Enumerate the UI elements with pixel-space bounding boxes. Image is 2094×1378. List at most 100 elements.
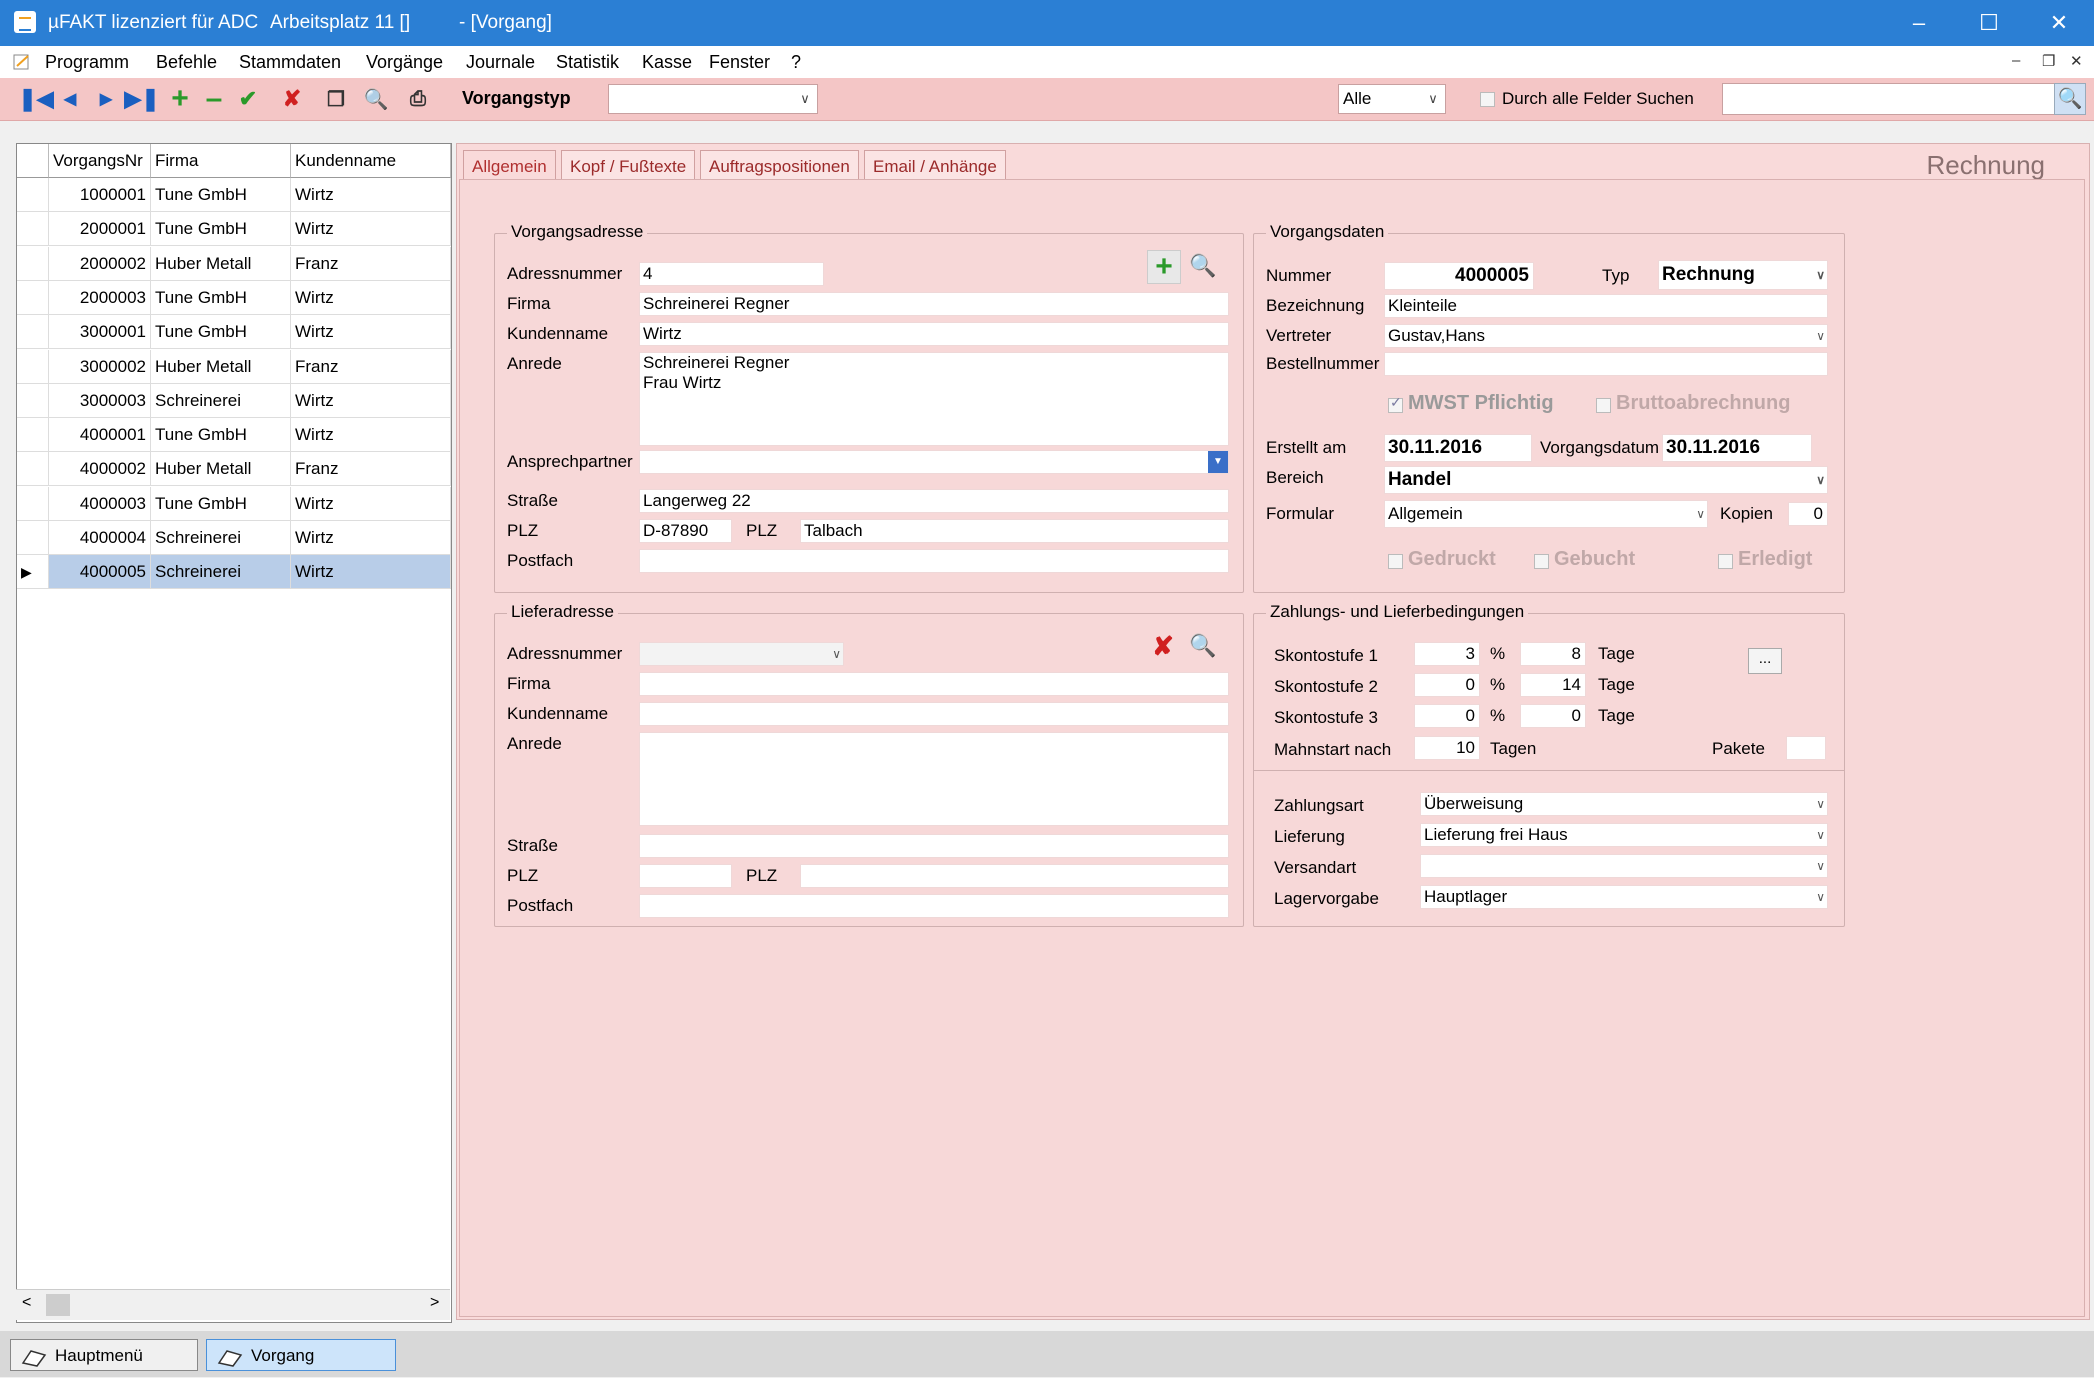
menu-kasse[interactable]: Kasse: [642, 52, 692, 73]
grid-header-kundenname[interactable]: Kundenname: [291, 144, 451, 178]
anrede-textarea[interactable]: Schreinerei Regner Frau Wirtz: [639, 352, 1229, 446]
cell-vorgangsnr[interactable]: 4000001: [49, 418, 151, 453]
search-address-icon[interactable]: 🔍: [1187, 630, 1219, 662]
erstellt-field[interactable]: 30.11.2016: [1384, 434, 1532, 462]
last-record-icon[interactable]: ▶❚: [124, 86, 159, 112]
mwst-checkbox[interactable]: ✓: [1388, 394, 1403, 413]
sk1-days-field[interactable]: 8: [1520, 642, 1586, 666]
mahnstart-field[interactable]: 10: [1414, 736, 1480, 760]
cell-vorgangsnr[interactable]: 4000004: [49, 521, 151, 555]
row-indicator[interactable]: ▶: [17, 555, 49, 590]
cell-kundenname[interactable]: Wirtz: [291, 315, 451, 350]
brutto-checkbox[interactable]: [1596, 398, 1611, 413]
liefer-anrede-textarea[interactable]: [639, 732, 1229, 826]
scroll-thumb[interactable]: [46, 1294, 70, 1316]
liefer-firma-field[interactable]: [639, 672, 1229, 696]
table-row[interactable]: 2000002 Huber Metall Franz: [17, 246, 451, 281]
scroll-left-icon[interactable]: <: [22, 1294, 31, 1312]
liefer-ort-field[interactable]: [800, 864, 1229, 888]
plz-field[interactable]: D-87890: [639, 519, 732, 543]
grid-header-vorgangsnr[interactable]: VorgangsNr: [49, 144, 151, 178]
liefer-strasse-field[interactable]: [639, 834, 1229, 858]
ansprechpartner-select[interactable]: ▼: [639, 450, 1229, 474]
cell-vorgangsnr[interactable]: 3000002: [49, 349, 151, 384]
row-indicator[interactable]: [17, 212, 49, 247]
ort-field[interactable]: Talbach: [800, 519, 1229, 543]
formular-select[interactable]: Allgemein ∨: [1384, 500, 1708, 528]
cell-vorgangsnr[interactable]: 1000001: [49, 178, 151, 212]
lagervorgabe-select[interactable]: Hauptlager ∨: [1420, 885, 1828, 909]
cell-kundenname[interactable]: Wirtz: [291, 178, 451, 212]
zahlungsart-select[interactable]: Überweisung ∨: [1420, 792, 1828, 816]
grid-header-firma[interactable]: Firma: [151, 144, 291, 178]
liefer-plz-field[interactable]: [639, 864, 732, 888]
cell-firma[interactable]: Schreinerei: [151, 383, 291, 418]
bestellnummer-field[interactable]: [1384, 352, 1828, 376]
row-indicator[interactable]: [17, 246, 49, 281]
task-vorgang[interactable]: Vorgang: [206, 1339, 396, 1371]
lieferung-select[interactable]: Lieferung frei Haus ∨: [1420, 823, 1828, 847]
liefer-postfach-field[interactable]: [639, 894, 1229, 918]
row-indicator[interactable]: [17, 349, 49, 384]
vorgangstyp-select[interactable]: ∨: [608, 84, 818, 114]
row-indicator[interactable]: [17, 418, 49, 453]
cell-vorgangsnr[interactable]: 2000002: [49, 246, 151, 281]
scroll-right-icon[interactable]: >: [430, 1294, 439, 1312]
versandart-select[interactable]: ∨: [1420, 854, 1828, 878]
pakete-field[interactable]: [1786, 736, 1826, 760]
cell-vorgangsnr[interactable]: 3000003: [49, 383, 151, 418]
cell-kundenname[interactable]: Franz: [291, 349, 451, 384]
table-row[interactable]: 2000003 Tune GmbH Wirtz: [17, 280, 451, 315]
kopien-field[interactable]: 0: [1788, 502, 1828, 526]
cancel-icon[interactable]: ✘: [278, 86, 306, 112]
clear-address-icon[interactable]: ✘: [1147, 630, 1179, 662]
cell-firma[interactable]: Huber Metall: [151, 246, 291, 281]
cell-firma[interactable]: Tune GmbH: [151, 212, 291, 247]
cell-kundenname[interactable]: Wirtz: [291, 383, 451, 418]
row-indicator[interactable]: [17, 315, 49, 350]
table-row[interactable]: 1000001 Tune GmbH Wirtz: [17, 178, 451, 212]
menu-vorgaenge[interactable]: Vorgänge: [366, 52, 443, 73]
table-row[interactable]: 4000003 Tune GmbH Wirtz: [17, 486, 451, 521]
search-all-checkbox[interactable]: [1480, 92, 1495, 107]
remove-icon[interactable]: –: [200, 82, 228, 115]
row-indicator[interactable]: [17, 383, 49, 418]
row-indicator[interactable]: [17, 486, 49, 521]
cell-firma[interactable]: Schreinerei: [151, 555, 291, 590]
liefer-adressnummer-select[interactable]: ∨: [639, 642, 844, 666]
search-address-icon[interactable]: 🔍: [1187, 250, 1219, 282]
row-indicator[interactable]: [17, 178, 49, 212]
cell-kundenname[interactable]: Wirtz: [291, 280, 451, 315]
menu-stammdaten[interactable]: Stammdaten: [239, 52, 341, 73]
cell-firma[interactable]: Tune GmbH: [151, 280, 291, 315]
liefer-kundenname-field[interactable]: [639, 702, 1229, 726]
kundenname-field[interactable]: Wirtz: [639, 322, 1229, 346]
confirm-icon[interactable]: ✔: [234, 86, 262, 112]
menu-journale[interactable]: Journale: [466, 52, 535, 73]
cell-firma[interactable]: Tune GmbH: [151, 418, 291, 453]
cell-firma[interactable]: Schreinerei: [151, 521, 291, 555]
row-indicator[interactable]: [17, 280, 49, 315]
mdi-close-icon[interactable]: ✕: [2070, 52, 2083, 70]
bezeichnung-field[interactable]: Kleinteile: [1384, 294, 1828, 318]
mdi-minimize-icon[interactable]: –: [2012, 52, 2020, 69]
bereich-select[interactable]: Handel ∨: [1384, 466, 1828, 494]
cell-vorgangsnr[interactable]: 4000005: [49, 555, 151, 590]
cell-kundenname[interactable]: Franz: [291, 452, 451, 487]
add-address-icon[interactable]: +: [1147, 250, 1181, 284]
maximize-icon[interactable]: ☐: [1954, 0, 2024, 46]
cell-firma[interactable]: Huber Metall: [151, 452, 291, 487]
row-indicator[interactable]: [17, 521, 49, 555]
cell-kundenname[interactable]: Wirtz: [291, 521, 451, 555]
add-icon[interactable]: +: [166, 82, 194, 115]
vertreter-select[interactable]: Gustav,Hans ∨: [1384, 324, 1828, 348]
sk3-days-field[interactable]: 0: [1520, 704, 1586, 728]
sk2-pct-field[interactable]: 0: [1414, 673, 1480, 697]
cell-vorgangsnr[interactable]: 4000002: [49, 452, 151, 487]
prev-record-icon[interactable]: ◀: [56, 86, 84, 112]
cell-kundenname[interactable]: Wirtz: [291, 418, 451, 453]
row-indicator[interactable]: [17, 452, 49, 487]
cell-kundenname[interactable]: Wirtz: [291, 555, 451, 590]
minimize-icon[interactable]: –: [1884, 0, 1954, 46]
table-row[interactable]: 2000001 Tune GmbH Wirtz: [17, 212, 451, 247]
